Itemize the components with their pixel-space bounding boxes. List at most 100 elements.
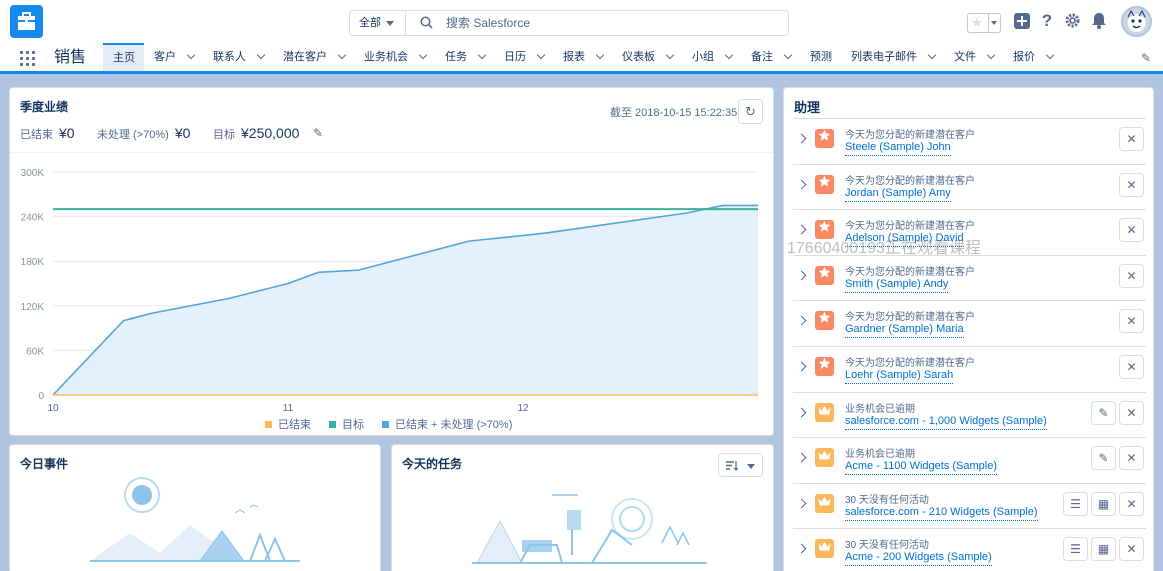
legend-item[interactable]: 已结束 + 未处理 (>70%): [382, 416, 512, 432]
chevron-right-icon[interactable]: [796, 224, 807, 235]
assistant-item-link[interactable]: Smith (Sample) Andy: [845, 278, 949, 293]
chevron-down-icon[interactable]: [724, 50, 734, 60]
edit-button[interactable]: ✎: [1091, 446, 1116, 471]
chevron-down-icon[interactable]: [536, 50, 546, 60]
notifications-bell-icon[interactable]: [1090, 12, 1108, 30]
kpi-goal: 目标 ¥250,000: [213, 125, 299, 142]
edit-goal-pencil-icon[interactable]: ✎: [313, 126, 323, 140]
assistant-item-link[interactable]: Acme - 1100 Widgets (Sample): [845, 460, 998, 476]
chevron-right-icon[interactable]: [796, 407, 807, 418]
nav-item[interactable]: 报表: [553, 43, 612, 71]
assistant-item-link[interactable]: Adelson (Sample) David: [845, 232, 964, 248]
close-button[interactable]: ✕: [1119, 218, 1144, 243]
chevron-right-icon[interactable]: [796, 452, 807, 463]
favorites-dropdown[interactable]: [988, 14, 1000, 32]
chevron-down-icon[interactable]: [986, 50, 996, 60]
user-avatar[interactable]: [1121, 6, 1152, 37]
assistant-item-link[interactable]: Acme - 200 Widgets (Sample): [845, 551, 992, 567]
assistant-item-link[interactable]: Loehr (Sample) Sarah: [845, 369, 954, 384]
nav-item[interactable]: 文件: [944, 43, 1003, 71]
edit-nav-pencil-icon[interactable]: ✎: [1141, 51, 1151, 65]
chevron-down-icon[interactable]: [186, 50, 196, 60]
chevron-right-icon[interactable]: [796, 498, 807, 509]
edit-button[interactable]: ✎: [1091, 400, 1116, 425]
close-button[interactable]: ✕: [1119, 127, 1144, 151]
nav-item[interactable]: 潜在客户: [273, 43, 354, 71]
plus-icon: [1014, 13, 1030, 29]
nav-item[interactable]: 列表电子邮件: [841, 43, 944, 71]
task-button[interactable]: ☰: [1063, 537, 1088, 562]
search-scope-dropdown[interactable]: 全部: [350, 11, 406, 35]
chevron-down-icon[interactable]: [783, 50, 793, 60]
x-tick-label: 12: [517, 403, 529, 414]
setup-gear-icon[interactable]: [1063, 12, 1081, 30]
chevron-down-icon[interactable]: [595, 50, 605, 60]
event-button[interactable]: ▦: [1091, 537, 1116, 562]
global-search[interactable]: 全部 搜索 Salesforce: [349, 10, 789, 36]
assistant-item-link[interactable]: salesforce.com - 210 Widgets (Sample): [845, 506, 1038, 521]
assistant-item: 今天为您分配的新建潜在客户 Loehr (Sample) Sarah ✕: [793, 346, 1146, 392]
chevron-down-icon[interactable]: [256, 50, 266, 60]
chevron-right-icon[interactable]: [796, 179, 807, 190]
chevron-right-icon[interactable]: [796, 543, 807, 554]
chevron-right-icon[interactable]: [796, 133, 807, 144]
chevron-down-icon[interactable]: [418, 50, 428, 60]
nav-item[interactable]: 联系人: [203, 43, 273, 71]
legend-label: 已结束 + 未处理 (>70%): [395, 419, 513, 431]
y-tick-label: 0: [38, 391, 44, 402]
chevron-down-icon[interactable]: [477, 50, 487, 60]
task-button[interactable]: ☰: [1063, 491, 1088, 516]
kpi-open-label: 未处理 (>70%): [97, 129, 169, 141]
chevron-right-icon[interactable]: [796, 270, 807, 281]
nav-item[interactable]: 主页: [103, 43, 144, 71]
chevron-down-icon[interactable]: [665, 50, 675, 60]
kpi-goal-value: ¥250,000: [241, 125, 300, 141]
nav-item-label: 列表电子邮件: [851, 51, 917, 63]
app-logo[interactable]: [10, 5, 43, 38]
chevron-down-icon[interactable]: [1045, 50, 1055, 60]
star-icon: ★: [971, 15, 983, 30]
nav-item[interactable]: 业务机会: [354, 43, 435, 71]
assistant-item-link[interactable]: Gardner (Sample) Maria: [845, 323, 964, 339]
nav-item[interactable]: 报价: [1003, 43, 1062, 71]
new-task-icon: ☰: [1070, 542, 1081, 557]
assistant-item-subtitle: 业务机会已逾期: [845, 403, 915, 415]
nav-item[interactable]: 任务: [435, 43, 494, 71]
search-input[interactable]: 搜索 Salesforce: [446, 11, 530, 35]
nav-item[interactable]: 仪表板: [612, 43, 682, 71]
kpi-open-value: ¥0: [174, 125, 191, 141]
close-button[interactable]: ✕: [1119, 537, 1144, 562]
legend-item[interactable]: 已结束: [265, 416, 311, 432]
nav-items: 主页 客户 联系人 潜在客户 业务机会 任务 日历 报表 仪表板 小组 备注 预测 列表电子邮件 文件 报价: [103, 43, 1062, 71]
close-button[interactable]: ✕: [1119, 355, 1144, 379]
close-button[interactable]: ✕: [1119, 263, 1144, 288]
app-launcher-icon[interactable]: [20, 51, 36, 67]
task-filter-dropdown[interactable]: [718, 453, 763, 477]
close-button[interactable]: ✕: [1119, 491, 1144, 516]
help-icon[interactable]: ?: [1038, 12, 1056, 30]
close-button[interactable]: ✕: [1119, 172, 1144, 197]
nav-item[interactable]: 日历: [494, 43, 553, 71]
close-button[interactable]: ✕: [1119, 400, 1144, 425]
legend-item[interactable]: 目标: [329, 416, 364, 432]
y-tick-label: 240K: [21, 213, 45, 224]
chevron-down-icon[interactable]: [927, 50, 937, 60]
chevron-right-icon[interactable]: [796, 315, 807, 326]
nav-item[interactable]: 预测: [800, 43, 841, 71]
chevron-down-icon[interactable]: [337, 50, 347, 60]
nav-item[interactable]: 客户: [144, 43, 203, 71]
nav-item[interactable]: 小组: [682, 43, 741, 71]
refresh-button[interactable]: ↻: [738, 99, 763, 124]
event-button[interactable]: ▦: [1091, 491, 1116, 516]
assistant-item-link[interactable]: Steele (Sample) John: [845, 141, 951, 156]
nav-item[interactable]: 备注: [741, 43, 800, 71]
assistant-item-link[interactable]: salesforce.com - 1,000 Widgets (Sample): [845, 415, 1047, 430]
close-button[interactable]: ✕: [1119, 309, 1144, 334]
assistant-item-link[interactable]: Jordan (Sample) Amy: [845, 187, 951, 202]
nav-item-label: 客户: [154, 51, 176, 63]
lead-icon: [815, 265, 834, 285]
favorites-button[interactable]: ★: [967, 13, 1001, 33]
chevron-right-icon[interactable]: [796, 361, 807, 372]
close-button[interactable]: ✕: [1119, 446, 1144, 471]
global-create-button[interactable]: [1013, 12, 1031, 30]
